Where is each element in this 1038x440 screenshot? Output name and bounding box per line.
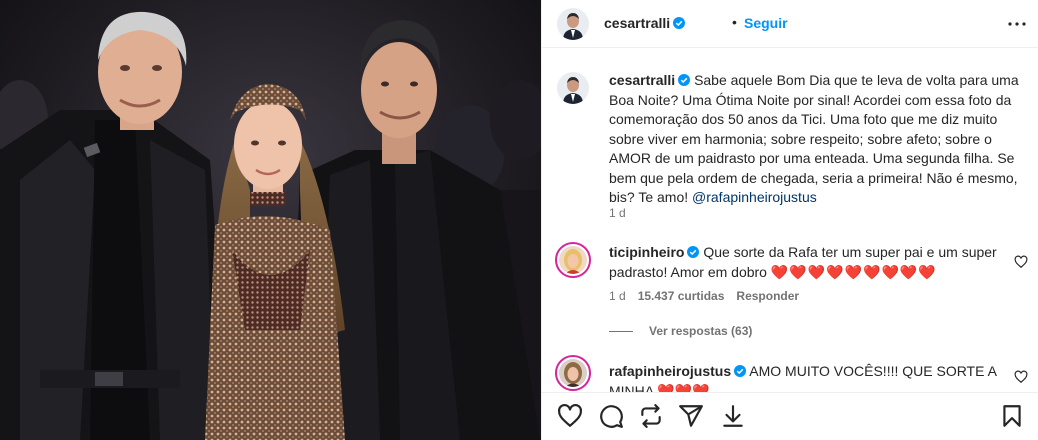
comment-like-heart-icon[interactable]: [1014, 370, 1028, 384]
comment-text: ticipinheiro Que sorte da Rafa ter um su…: [609, 243, 999, 282]
comment-username[interactable]: rafapinheirojustus: [609, 363, 731, 379]
author-avatar[interactable]: [557, 8, 589, 40]
comment-like-heart-icon[interactable]: [1014, 255, 1028, 269]
download-icon[interactable]: [720, 403, 746, 429]
comment-meta: 1 d 15.437 curtidas Responder: [609, 289, 799, 303]
verified-badge-icon: [678, 74, 691, 86]
comment-emoji: ❤️❤️❤️❤️❤️❤️❤️❤️❤️: [770, 263, 937, 280]
view-replies-button[interactable]: Ver respostas (63): [609, 324, 752, 338]
post-header: cesartralli • Seguir: [542, 0, 1038, 48]
commenter-avatar[interactable]: [555, 355, 591, 391]
author-username[interactable]: cesartralli: [604, 15, 686, 31]
more-options-icon[interactable]: [1005, 14, 1029, 34]
comments-list[interactable]: cesartralli Sabe aquele Bom Dia que te l…: [542, 49, 1038, 392]
comment-text: rafapinheirojustus AMO MUITO VOCÊS!!!! Q…: [609, 362, 999, 392]
caption-body: Sabe aquele Bom Dia que te leva de volta…: [609, 72, 1019, 205]
verified-badge-icon: [687, 246, 700, 258]
verified-badge-icon: [673, 17, 686, 29]
caption-time[interactable]: 1 d: [609, 206, 626, 220]
separator-dot: •: [732, 14, 737, 30]
comment-username[interactable]: ticipinheiro: [609, 244, 684, 260]
comment-emoji: ❤️❤️❤️: [657, 382, 710, 393]
comment-icon[interactable]: [598, 403, 624, 429]
caption-mention-link[interactable]: @rafapinheirojustus: [692, 189, 817, 205]
bookmark-icon[interactable]: [999, 403, 1025, 429]
party-photo-image: [0, 0, 541, 440]
follow-button[interactable]: Seguir: [744, 15, 788, 31]
caption-meta: 1 d: [609, 206, 626, 220]
comment-likes-count[interactable]: 15.437 curtidas: [638, 289, 725, 303]
post-side-panel: cesartralli • Seguir cesartralli Sabe aq…: [541, 0, 1038, 440]
verified-badge-icon: [734, 365, 747, 377]
repost-icon[interactable]: [638, 403, 664, 429]
caption-text: cesartralli Sabe aquele Bom Dia que te l…: [609, 71, 1019, 208]
share-icon[interactable]: [678, 403, 704, 429]
instagram-post: cesartralli • Seguir cesartralli Sabe aq…: [0, 0, 1038, 440]
commenter-avatar[interactable]: [555, 242, 591, 278]
replies-divider-line: [609, 330, 633, 332]
post-action-bar: [542, 392, 1038, 440]
caption-username[interactable]: cesartralli: [609, 72, 675, 88]
comment-time[interactable]: 1 d: [609, 289, 626, 303]
post-photo[interactable]: [0, 0, 541, 440]
view-replies-label[interactable]: Ver respostas (63): [649, 324, 752, 338]
comment-reply-button[interactable]: Responder: [736, 289, 799, 303]
heart-icon[interactable]: [557, 403, 583, 429]
caption-avatar[interactable]: [557, 72, 589, 104]
